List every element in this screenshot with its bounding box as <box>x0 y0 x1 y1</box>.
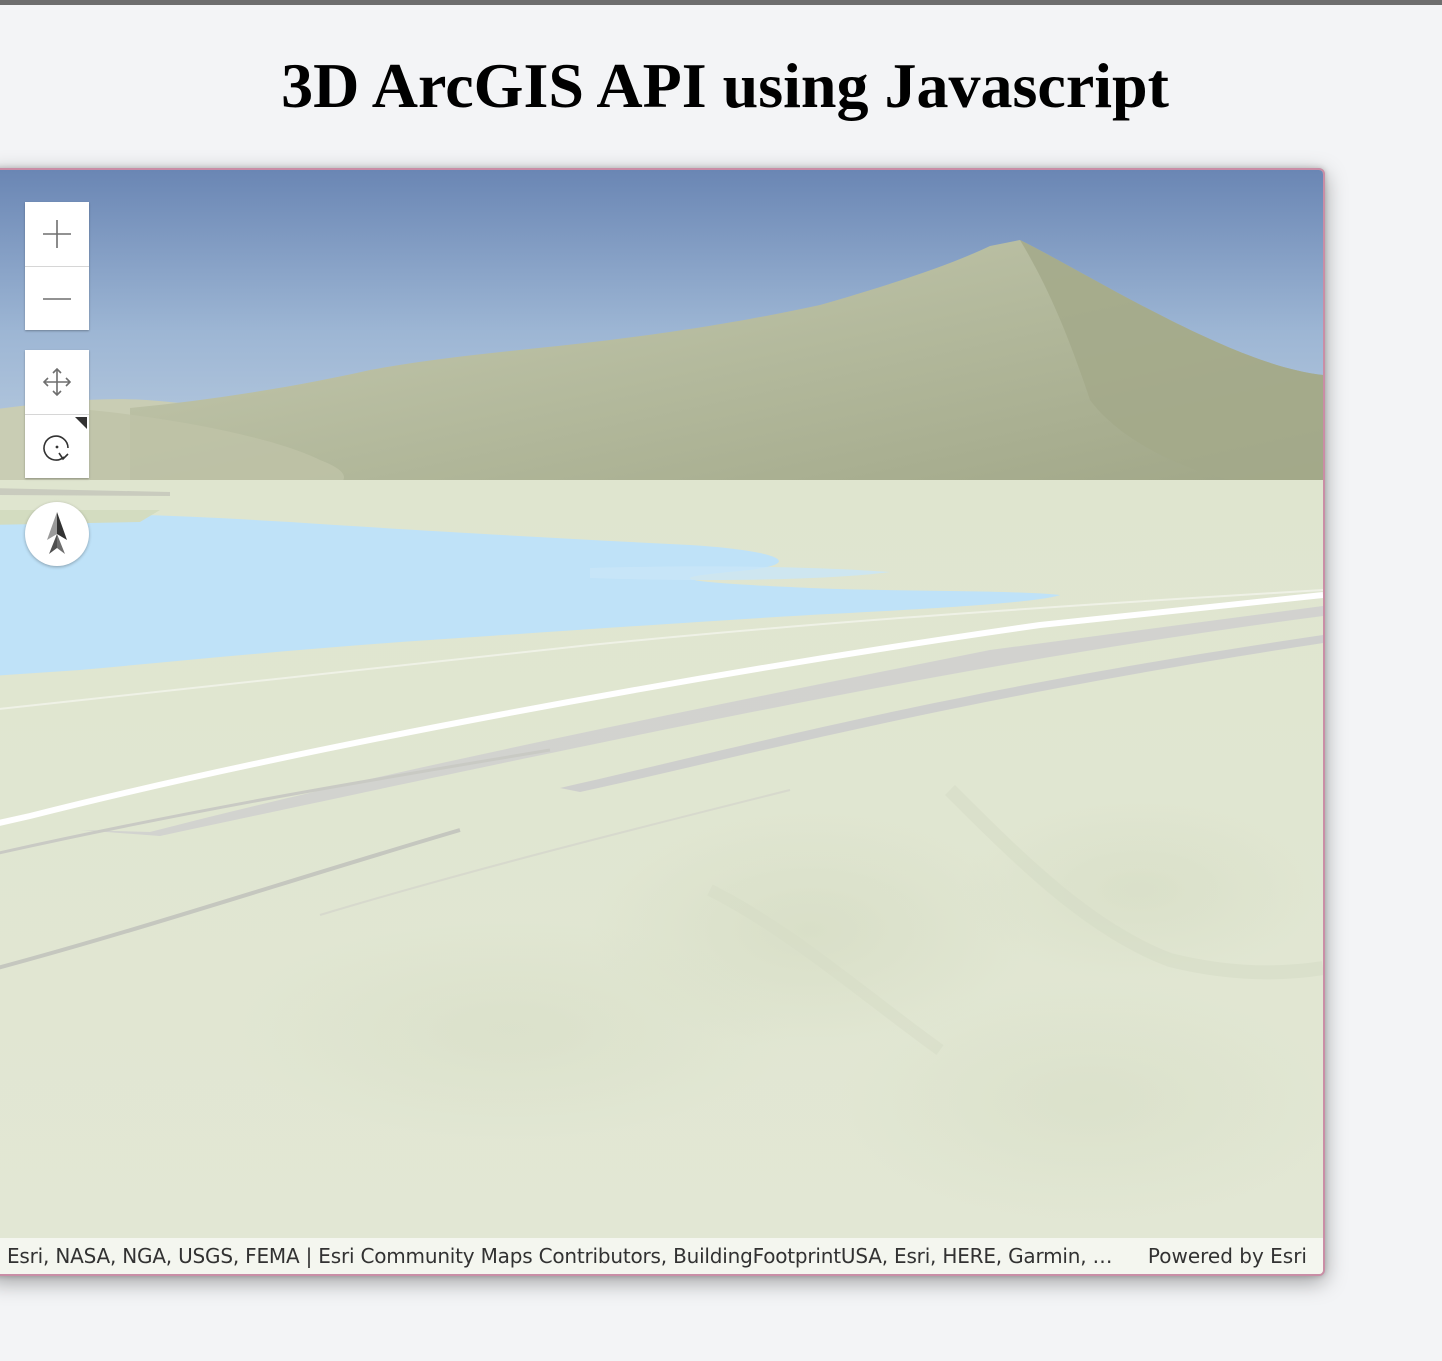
page-title: 3D ArcGIS API using Javascript <box>281 50 1169 121</box>
browser-top-edge <box>0 0 1442 5</box>
scene-view[interactable]: Esri, NASA, NGA, USGS, FEMA | Esri Commu… <box>0 168 1325 1276</box>
navigation-toggle <box>25 350 89 478</box>
minus-icon <box>43 297 71 300</box>
attribution-bar[interactable]: Esri, NASA, NGA, USGS, FEMA | Esri Commu… <box>0 1238 1323 1274</box>
compass-needle-icon <box>47 512 67 554</box>
powered-by-esri-link[interactable]: Powered by Esri <box>1124 1244 1323 1268</box>
zoom-controls <box>25 202 89 330</box>
zoom-in-button[interactable] <box>25 202 89 266</box>
rotate-icon <box>43 434 69 461</box>
pan-button[interactable] <box>25 350 89 414</box>
scene-canvas[interactable] <box>0 170 1323 1274</box>
compass-button[interactable] <box>25 502 89 566</box>
move-icon <box>42 367 72 397</box>
attribution-text[interactable]: Esri, NASA, NGA, USGS, FEMA | Esri Commu… <box>0 1244 1124 1268</box>
rotate-button[interactable] <box>25 414 89 478</box>
plus-icon <box>43 220 71 248</box>
zoom-out-button[interactable] <box>25 266 89 330</box>
